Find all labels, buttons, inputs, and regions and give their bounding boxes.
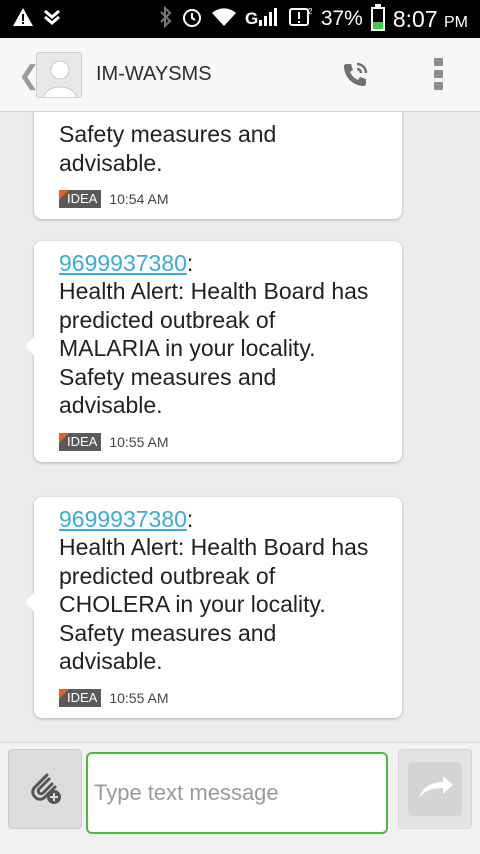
status-bar: G 2 37% 8:07 PM xyxy=(0,0,480,38)
download-icon xyxy=(44,7,60,32)
message-meta: IDEA 10:55 AM xyxy=(59,432,386,452)
signal-icon: G xyxy=(245,6,281,33)
contact-avatar-icon[interactable] xyxy=(36,52,82,98)
message-text: Safety measures and advisable. xyxy=(59,121,277,176)
message-input[interactable] xyxy=(86,752,388,834)
attach-button[interactable] xyxy=(8,749,82,829)
send-icon xyxy=(415,772,455,807)
send-button[interactable] xyxy=(398,749,472,829)
message-list[interactable]: Safety measures and advisable. IDEA 10:5… xyxy=(0,112,480,742)
sender-number-link[interactable]: 9699937380 xyxy=(59,506,187,532)
contact-name: IM-WAYSMS xyxy=(96,63,212,85)
message-time: 10:54 AM xyxy=(109,191,169,207)
alarm-icon xyxy=(181,6,203,33)
status-left xyxy=(12,0,60,38)
svg-text:2: 2 xyxy=(308,7,313,16)
overflow-menu-icon[interactable] xyxy=(430,58,446,92)
clock-time: 8:07 xyxy=(392,5,438,32)
battery-percent: 37% xyxy=(320,7,363,30)
sender-colon: : xyxy=(186,250,194,276)
warning-icon xyxy=(12,7,34,32)
clock: 8:07 PM xyxy=(393,6,468,33)
message-meta: IDEA 10:55 AM xyxy=(59,688,386,708)
battery-icon xyxy=(370,4,385,31)
svg-text:G: G xyxy=(245,9,258,28)
compose-bar xyxy=(0,742,480,854)
message-bubble[interactable]: 9699937380: Health Alert: Health Board h… xyxy=(25,497,402,718)
message-text: Health Alert: Health Board has predicted… xyxy=(59,534,369,674)
sim-label: IDEA xyxy=(59,688,102,707)
attach-icon xyxy=(25,767,65,812)
sim-label: IDEA xyxy=(59,190,102,208)
bluetooth-icon xyxy=(159,5,173,33)
message-bubble[interactable]: 9699937380: Health Alert: Health Board h… xyxy=(25,241,402,462)
sim-notification-icon: 2 xyxy=(288,6,313,33)
sender-number-link[interactable]: 9699937380 xyxy=(59,250,187,276)
message-time: 10:55 AM xyxy=(109,433,169,450)
status-right: G 2 37% 8:07 PM xyxy=(159,0,468,38)
message-text: Health Alert: Health Board has predicted… xyxy=(59,278,369,418)
wifi-icon xyxy=(211,7,237,32)
message-time: 10:55 AM xyxy=(109,689,169,706)
message-bubble[interactable]: Safety measures and advisable. IDEA 10:5… xyxy=(34,112,402,219)
sim-label: IDEA xyxy=(59,432,102,451)
message-meta: IDEA 10:54 AM xyxy=(59,189,386,209)
conversation-header: ❮ IM-WAYSMS xyxy=(0,38,480,112)
sender-colon: : xyxy=(186,506,194,532)
send-button-face xyxy=(408,762,462,816)
call-icon[interactable] xyxy=(338,58,372,92)
clock-ampm: PM xyxy=(444,13,468,31)
